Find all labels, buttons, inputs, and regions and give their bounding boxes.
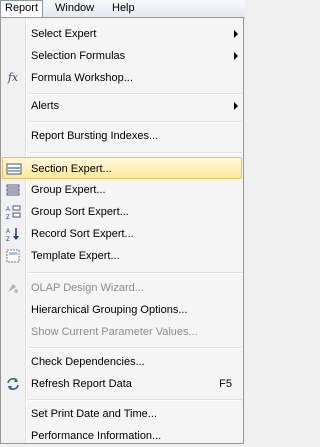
menu-item-selection-formulas[interactable]: Selection Formulas	[2, 45, 242, 67]
menu-item-performance-information[interactable]: Performance Information...	[2, 425, 242, 447]
menu-item-label: Record Sort Expert...	[31, 228, 134, 240]
sort-az-icon: A Z	[5, 226, 21, 243]
template-icon	[5, 248, 21, 264]
menu-item-label: Refresh Report Data	[31, 378, 132, 390]
menu-item-alerts[interactable]: Alerts	[2, 95, 242, 117]
menu-item-report-bursting-indexes[interactable]: Report Bursting Indexes...	[2, 125, 242, 147]
menu-report[interactable]: Report	[0, 0, 44, 17]
menu-item-label: Alerts	[31, 100, 60, 112]
menu-item-group-expert[interactable]: Group Expert...	[2, 179, 242, 201]
menu-item-template-expert[interactable]: Template Expert...	[2, 245, 242, 267]
menu-item-label: Group Expert...	[31, 184, 106, 196]
menu-separator	[29, 272, 242, 274]
submenu-arrow-icon	[234, 52, 238, 60]
menu-help[interactable]: Help	[108, 0, 139, 17]
shortcut-label: F5	[219, 378, 232, 390]
submenu-arrow-icon	[234, 102, 238, 110]
report-dropdown-menu: Select Expert Selection Formulas fx Form…	[0, 17, 244, 444]
refresh-icon	[5, 376, 21, 392]
menu-item-group-sort-expert[interactable]: A Z Group Sort Expert...	[2, 201, 242, 223]
menu-item-refresh-report-data[interactable]: Refresh Report Data F5	[2, 373, 242, 395]
menu-item-set-print-date-time[interactable]: Set Print Date and Time...	[2, 403, 242, 425]
menu-item-label: Show Current Parameter Values...	[31, 326, 198, 338]
menu-item-label: Group Sort Expert...	[31, 206, 129, 218]
olap-wizard-icon	[5, 280, 21, 296]
menu-item-label: Section Expert...	[31, 163, 112, 175]
menu-item-label: Hierarchical Grouping Options...	[31, 304, 188, 316]
submenu-arrow-icon	[234, 30, 238, 38]
menu-item-olap-design-wizard[interactable]: OLAP Design Wizard...	[2, 277, 242, 299]
menu-separator	[29, 399, 242, 401]
menu-separator	[29, 347, 242, 349]
menu-item-label: Select Expert	[31, 28, 97, 40]
menu-item-check-dependencies[interactable]: Check Dependencies...	[2, 351, 242, 373]
menu-item-label: Check Dependencies...	[31, 356, 145, 368]
formula-icon: fx	[7, 71, 19, 84]
menu-item-show-current-parameter-values[interactable]: Show Current Parameter Values...	[2, 321, 242, 343]
menu-item-label: Set Print Date and Time...	[31, 408, 157, 420]
menu-window[interactable]: Window	[51, 0, 98, 17]
menu-item-label: OLAP Design Wizard...	[31, 282, 144, 294]
svg-text:A: A	[6, 207, 10, 213]
menu-item-section-expert[interactable]: Section Expert...	[2, 157, 242, 179]
menu-item-label: Formula Workshop...	[31, 72, 133, 84]
menu-item-label: Selection Formulas	[31, 50, 126, 62]
menu-separator	[29, 121, 242, 123]
menu-item-label: Report Bursting Indexes...	[31, 130, 159, 142]
menu-item-hierarchical-grouping-options[interactable]: Hierarchical Grouping Options...	[2, 299, 242, 321]
svg-text:A: A	[6, 229, 10, 235]
section-expert-icon	[6, 161, 22, 177]
menu-item-label: Performance Information...	[31, 430, 162, 442]
menu-item-record-sort-expert[interactable]: A Z Record Sort Expert...	[2, 223, 242, 245]
menu-item-formula-workshop[interactable]: fx Formula Workshop...	[2, 67, 242, 89]
svg-text:Z: Z	[6, 215, 10, 220]
group-sort-icon: A Z	[5, 204, 21, 221]
menu-separator	[29, 152, 242, 154]
menu-item-label: Template Expert...	[31, 250, 120, 262]
menu-item-select-expert[interactable]: Select Expert	[2, 23, 242, 45]
svg-text:Z: Z	[6, 237, 10, 242]
group-expert-icon	[5, 182, 21, 198]
